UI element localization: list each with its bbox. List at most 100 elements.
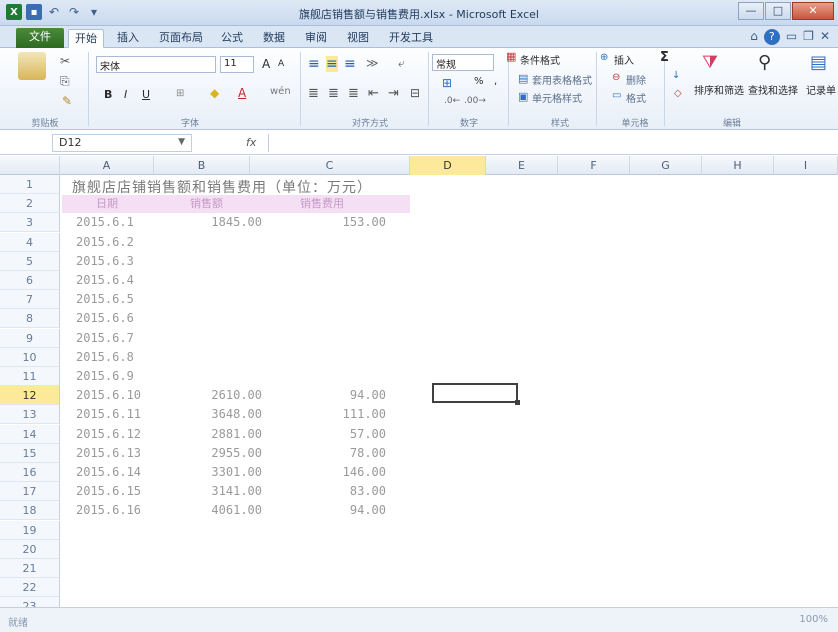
- zoom-level[interactable]: 100%: [799, 614, 828, 625]
- row-header-18[interactable]: 18: [0, 501, 60, 521]
- wrap-text-icon[interactable]: ⤶: [398, 56, 405, 71]
- table-cell[interactable]: 2015.6.16: [76, 501, 166, 520]
- delete-cells-icon[interactable]: ⊖: [612, 72, 620, 83]
- minimize-button[interactable]: —: [738, 2, 764, 20]
- column-header-g[interactable]: G: [630, 156, 702, 175]
- tab-view[interactable]: 视图: [342, 29, 374, 48]
- table-cell[interactable]: 2015.6.15: [76, 482, 166, 501]
- decrease-indent-icon[interactable]: ⇤: [368, 86, 379, 101]
- conditional-format-button[interactable]: 条件格式: [520, 52, 560, 67]
- italic-button[interactable]: I: [124, 88, 127, 101]
- align-center-icon[interactable]: ≣: [328, 86, 339, 101]
- sheet-title-cell[interactable]: 旗舰店店铺销售额和销售费用（单位：万元）: [72, 177, 372, 197]
- table-cell[interactable]: 146.00: [294, 463, 386, 482]
- table-cell[interactable]: 4061.00: [172, 501, 262, 520]
- conditional-format-icon[interactable]: ▦: [506, 50, 516, 63]
- header-date[interactable]: 日期: [96, 195, 118, 213]
- table-cell[interactable]: [172, 290, 262, 309]
- row-header-15[interactable]: 15: [0, 443, 60, 463]
- workbook-close-icon[interactable]: ✕: [820, 29, 830, 45]
- table-cell[interactable]: 94.00: [294, 386, 386, 405]
- tab-file[interactable]: 文件: [16, 28, 64, 48]
- chevron-down-icon[interactable]: ▼: [178, 137, 185, 147]
- align-middle-icon[interactable]: ≡: [326, 56, 338, 72]
- tab-data[interactable]: 数据: [258, 29, 290, 48]
- row-header-1[interactable]: 1: [0, 175, 60, 194]
- column-header-b[interactable]: B: [154, 156, 250, 175]
- tab-formulas[interactable]: 公式: [216, 29, 248, 48]
- cell-style-button[interactable]: 单元格样式: [532, 90, 582, 105]
- table-cell[interactable]: 2015.6.2: [76, 233, 166, 252]
- table-cell[interactable]: 2015.6.7: [76, 329, 166, 348]
- insert-cells-icon[interactable]: ⊕: [600, 52, 608, 63]
- table-cell[interactable]: [172, 329, 262, 348]
- table-cell[interactable]: 2015.6.9: [76, 367, 166, 386]
- row-header-12[interactable]: 12: [0, 386, 60, 406]
- column-header-f[interactable]: F: [558, 156, 630, 175]
- table-cell[interactable]: [172, 233, 262, 252]
- tab-review[interactable]: 审阅: [300, 29, 332, 48]
- row-header-6[interactable]: 6: [0, 271, 60, 290]
- fill-handle[interactable]: [515, 400, 520, 405]
- format-cells-button[interactable]: 格式: [626, 90, 646, 105]
- row-header-21[interactable]: 21: [0, 559, 60, 578]
- table-cell[interactable]: 2955.00: [172, 444, 262, 463]
- name-box[interactable]: D12 ▼: [52, 134, 192, 152]
- table-cell[interactable]: [172, 367, 262, 386]
- table-cell[interactable]: 78.00: [294, 444, 386, 463]
- table-cell[interactable]: 2015.6.11: [76, 405, 166, 424]
- table-cell[interactable]: 94.00: [294, 501, 386, 520]
- table-cell[interactable]: 1845.00: [172, 213, 262, 232]
- fill-color-icon[interactable]: ◆: [210, 86, 219, 100]
- table-cell[interactable]: 2015.6.10: [76, 386, 166, 405]
- decrease-decimal-icon[interactable]: .00→: [464, 96, 486, 106]
- table-cell[interactable]: [172, 309, 262, 328]
- record-form-icon[interactable]: ▤: [810, 52, 827, 73]
- close-button[interactable]: ✕: [792, 2, 834, 20]
- row-header-8[interactable]: 8: [0, 309, 60, 329]
- table-cell[interactable]: 153.00: [294, 213, 386, 232]
- table-cell[interactable]: 57.00: [294, 425, 386, 444]
- percent-button[interactable]: %: [474, 76, 484, 87]
- table-cell[interactable]: 2015.6.3: [76, 252, 166, 271]
- column-header-i[interactable]: I: [774, 156, 838, 175]
- workbook-minimize-icon[interactable]: ▭: [786, 29, 797, 45]
- table-cell[interactable]: 2015.6.12: [76, 425, 166, 444]
- format-painter-icon[interactable]: ✎: [62, 94, 72, 108]
- sort-filter-icon[interactable]: ⧩: [702, 52, 718, 73]
- insert-cells-button[interactable]: 插入: [614, 52, 634, 67]
- table-cell[interactable]: 2015.6.1: [76, 213, 166, 232]
- row-header-19[interactable]: 19: [0, 520, 60, 540]
- increase-indent-icon[interactable]: ⇥: [388, 86, 399, 101]
- table-cell[interactable]: 3141.00: [172, 482, 262, 501]
- paste-icon[interactable]: [18, 52, 46, 80]
- bold-button[interactable]: B: [104, 88, 112, 101]
- collapse-ribbon-icon[interactable]: ⌂: [750, 29, 758, 45]
- row-header-7[interactable]: 7: [0, 290, 60, 310]
- table-cell[interactable]: 2881.00: [172, 425, 262, 444]
- accounting-format-icon[interactable]: ⊞: [442, 76, 452, 90]
- table-cell[interactable]: 2015.6.13: [76, 444, 166, 463]
- row-header-16[interactable]: 16: [0, 463, 60, 482]
- shrink-font-button[interactable]: A: [278, 59, 284, 69]
- format-cells-icon[interactable]: ▭: [612, 90, 621, 101]
- active-cell-d12[interactable]: [432, 383, 518, 403]
- align-right-icon[interactable]: ≣: [348, 86, 359, 101]
- underline-button[interactable]: U: [142, 88, 150, 101]
- workbook-restore-icon[interactable]: ❐: [803, 29, 814, 45]
- row-header-5[interactable]: 5: [0, 251, 60, 271]
- help-icon[interactable]: ?: [763, 29, 780, 45]
- table-cell[interactable]: [294, 329, 386, 348]
- border-icon[interactable]: ⊞: [176, 88, 184, 99]
- grow-font-button[interactable]: A: [262, 57, 270, 71]
- table-format-button[interactable]: 套用表格格式: [532, 72, 592, 87]
- orientation-icon[interactable]: ≫: [366, 56, 379, 70]
- column-header-a[interactable]: A: [60, 156, 154, 175]
- delete-cells-button[interactable]: 删除: [626, 72, 646, 87]
- fill-icon[interactable]: ↓: [672, 70, 680, 81]
- tab-home[interactable]: 开始: [68, 29, 104, 48]
- font-color-icon[interactable]: A: [238, 86, 246, 100]
- column-header-d[interactable]: D: [410, 156, 486, 175]
- table-cell[interactable]: 3301.00: [172, 463, 262, 482]
- row-header-9[interactable]: 9: [0, 328, 60, 348]
